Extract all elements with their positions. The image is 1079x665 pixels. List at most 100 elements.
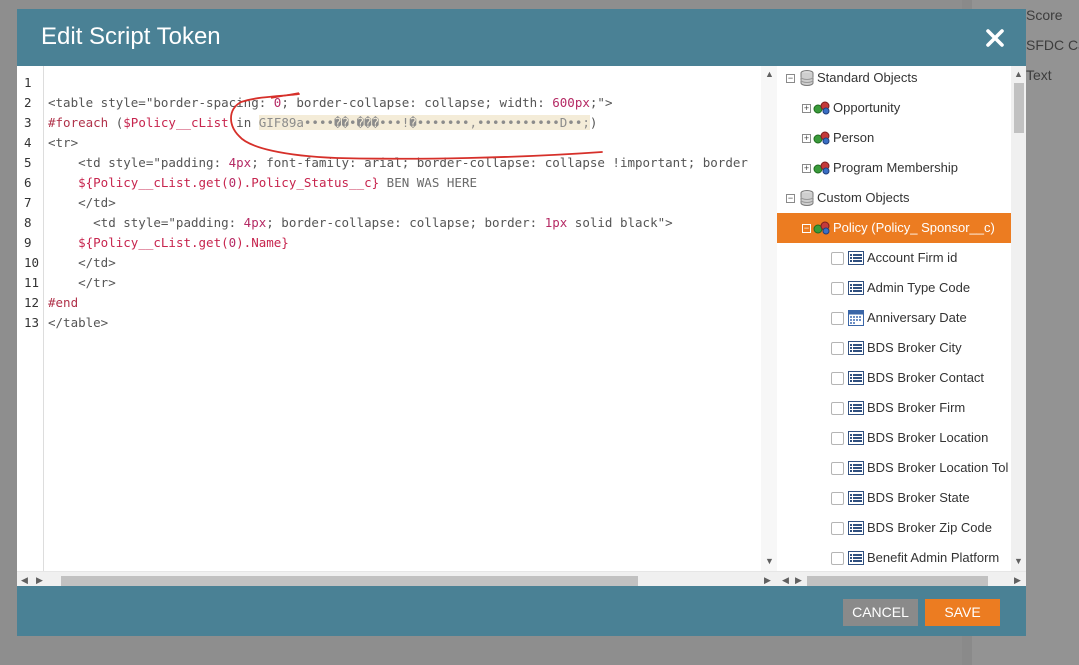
code-line[interactable]: <tr> [48, 133, 78, 153]
code-token: 1px [544, 215, 568, 230]
code-token: 4px [228, 155, 252, 170]
code-line[interactable]: </td> [48, 193, 116, 213]
tree-object-item[interactable]: + Person [777, 123, 1011, 153]
tree-object-item[interactable]: + Program Membership [777, 153, 1011, 183]
code-line[interactable]: </td> [48, 253, 116, 273]
field-tree-panel: − Standard Objects + Opportunity + Person + Pro… [777, 66, 1026, 586]
close-button[interactable] [983, 26, 1007, 50]
field-checkbox[interactable] [831, 552, 844, 565]
code-token: ;"> [589, 95, 613, 110]
code-line[interactable]: ${Policy__cList.get(0).Policy_Status__c}… [48, 173, 477, 193]
field-checkbox[interactable] [831, 372, 844, 385]
tree-field-item[interactable]: BDS Broker City [777, 333, 1011, 363]
code-area[interactable]: <table style="border-spacing: 0; border-… [48, 66, 777, 571]
field-checkbox[interactable] [831, 462, 844, 475]
code-line[interactable]: <td style="padding: 4px; font-family: ar… [48, 153, 748, 173]
code-token: 4px [243, 215, 267, 230]
save-button[interactable]: SAVE [925, 599, 1000, 626]
code-line[interactable]: </table> [48, 313, 108, 333]
collapse-icon[interactable]: − [802, 224, 811, 233]
code-token: ( [108, 115, 124, 130]
field-checkbox[interactable] [831, 312, 844, 325]
code-token: <table style="border-spacing: [48, 95, 274, 110]
tree-horizontal-scroll-thumb[interactable] [807, 576, 988, 586]
text-field-icon [848, 251, 864, 268]
tree-field-item[interactable]: Account Firm id [777, 243, 1011, 273]
field-checkbox[interactable] [831, 522, 844, 535]
tree-field-item[interactable]: Admin Type Code [777, 273, 1011, 303]
expand-icon[interactable]: + [802, 104, 811, 113]
tree-scroll-left-icon[interactable]: ◀ [782, 575, 789, 585]
tree-field-item[interactable]: Benefit Admin Platform [777, 543, 1011, 573]
code-token: ; border-collapse: collapse; border: [266, 215, 545, 230]
tree-vertical-scroll-thumb[interactable] [1014, 83, 1024, 133]
tree-horizontal-scrollbar[interactable]: ◀ ▶ ▶ [777, 571, 1026, 586]
code-line[interactable]: ${Policy__cList.get(0).Name} [48, 233, 289, 253]
object-icon [813, 131, 831, 148]
code-line[interactable]: #foreach ($Policy__cList in GIF89a••••��… [48, 113, 597, 133]
field-checkbox[interactable] [831, 252, 844, 265]
code-token: BEN WAS HERE [379, 175, 477, 190]
tree-field-item[interactable]: Anniversary Date [777, 303, 1011, 333]
tree-scroll-down-icon[interactable]: ▼ [1014, 556, 1023, 566]
collapse-icon[interactable]: − [786, 194, 795, 203]
field-checkbox[interactable] [831, 342, 844, 355]
dialog-header: Edit Script Token [17, 9, 1026, 66]
code-line[interactable]: #end [48, 293, 78, 313]
background-label-sfdc: SFDC Ca [1026, 37, 1079, 53]
code-token: #foreach [48, 115, 109, 130]
editor-scroll-up-icon[interactable]: ▲ [765, 69, 774, 79]
field-checkbox[interactable] [831, 432, 844, 445]
code-token: ) [589, 115, 598, 130]
tree-field-item[interactable]: BDS Broker Location Tol [777, 453, 1011, 483]
editor-horizontal-scrollbar[interactable]: ◀ ▶ ▶ [17, 571, 777, 586]
tree-field-item[interactable]: BDS Broker State [777, 483, 1011, 513]
tree-scroll-right-icon[interactable]: ▶ [1014, 575, 1021, 585]
expand-icon[interactable]: + [802, 134, 811, 143]
code-line[interactable]: </tr> [48, 273, 116, 293]
tree-scroll-up-icon[interactable]: ▲ [1014, 69, 1023, 79]
tree-item-label: Custom Objects [817, 190, 910, 205]
close-icon[interactable] [983, 26, 1007, 50]
code-token: ; font-family: arial; border-collapse: c… [251, 155, 748, 170]
tree-item-label: Benefit Admin Platform [867, 550, 1000, 565]
code-token: </table> [48, 315, 109, 330]
code-token: ).Policy_Status__c} [236, 175, 380, 190]
code-token: </td> [48, 195, 116, 210]
expand-icon[interactable]: + [802, 164, 811, 173]
tree-scroll-right-small-icon[interactable]: ▶ [795, 575, 802, 585]
tree-field-item[interactable]: BDS Broker Zip Code [777, 513, 1011, 543]
tree-object-item[interactable]: − Policy (Policy_ Sponsor__c) [777, 213, 1011, 243]
database-icon [800, 70, 814, 89]
code-line[interactable]: <table style="border-spacing: 0; border-… [48, 93, 612, 113]
tree-group[interactable]: − Custom Objects [777, 183, 1011, 213]
cancel-button[interactable]: CANCEL [843, 599, 918, 626]
dialog-footer: CANCEL SAVE [17, 586, 1026, 636]
tree-group[interactable]: − Standard Objects [777, 66, 1011, 93]
tree-vertical-scrollbar[interactable]: ▲ ▼ [1011, 66, 1026, 571]
editor-scroll-right-small-icon[interactable]: ▶ [36, 575, 43, 585]
editor-vertical-scrollbar[interactable]: ▲ ▼ [761, 66, 777, 571]
object-icon [813, 161, 831, 178]
code-token: ${Policy__cList.get( [78, 175, 229, 190]
line-number: 10 [24, 255, 40, 270]
tree-field-item[interactable]: BDS Broker Contact [777, 363, 1011, 393]
dialog-body: 1 2 3 4 5 6 7 8 9 10 11 12 13 <table style="border-s… [17, 66, 1026, 586]
collapse-icon[interactable]: − [786, 74, 795, 83]
tree-item-label: Anniversary Date [867, 310, 967, 325]
editor-scroll-down-icon[interactable]: ▼ [765, 556, 774, 566]
tree-field-item[interactable]: BDS Broker Firm [777, 393, 1011, 423]
field-checkbox[interactable] [831, 492, 844, 505]
field-checkbox[interactable] [831, 402, 844, 415]
tree-object-item[interactable]: + Opportunity [777, 93, 1011, 123]
tree-item-label: Program Membership [833, 160, 958, 175]
field-checkbox[interactable] [831, 282, 844, 295]
code-line[interactable]: <td style="padding: 4px; border-collapse… [48, 213, 673, 233]
editor-horizontal-scroll-thumb[interactable] [61, 576, 638, 586]
editor-scroll-right-icon[interactable]: ▶ [764, 575, 771, 585]
tree-field-item[interactable]: BDS Broker Location [777, 423, 1011, 453]
tree-item-label: Admin Type Code [867, 280, 971, 295]
code-editor[interactable]: 1 2 3 4 5 6 7 8 9 10 11 12 13 <table style="border-s… [17, 66, 777, 586]
text-field-icon [848, 491, 864, 508]
editor-scroll-left-icon[interactable]: ◀ [21, 575, 28, 585]
